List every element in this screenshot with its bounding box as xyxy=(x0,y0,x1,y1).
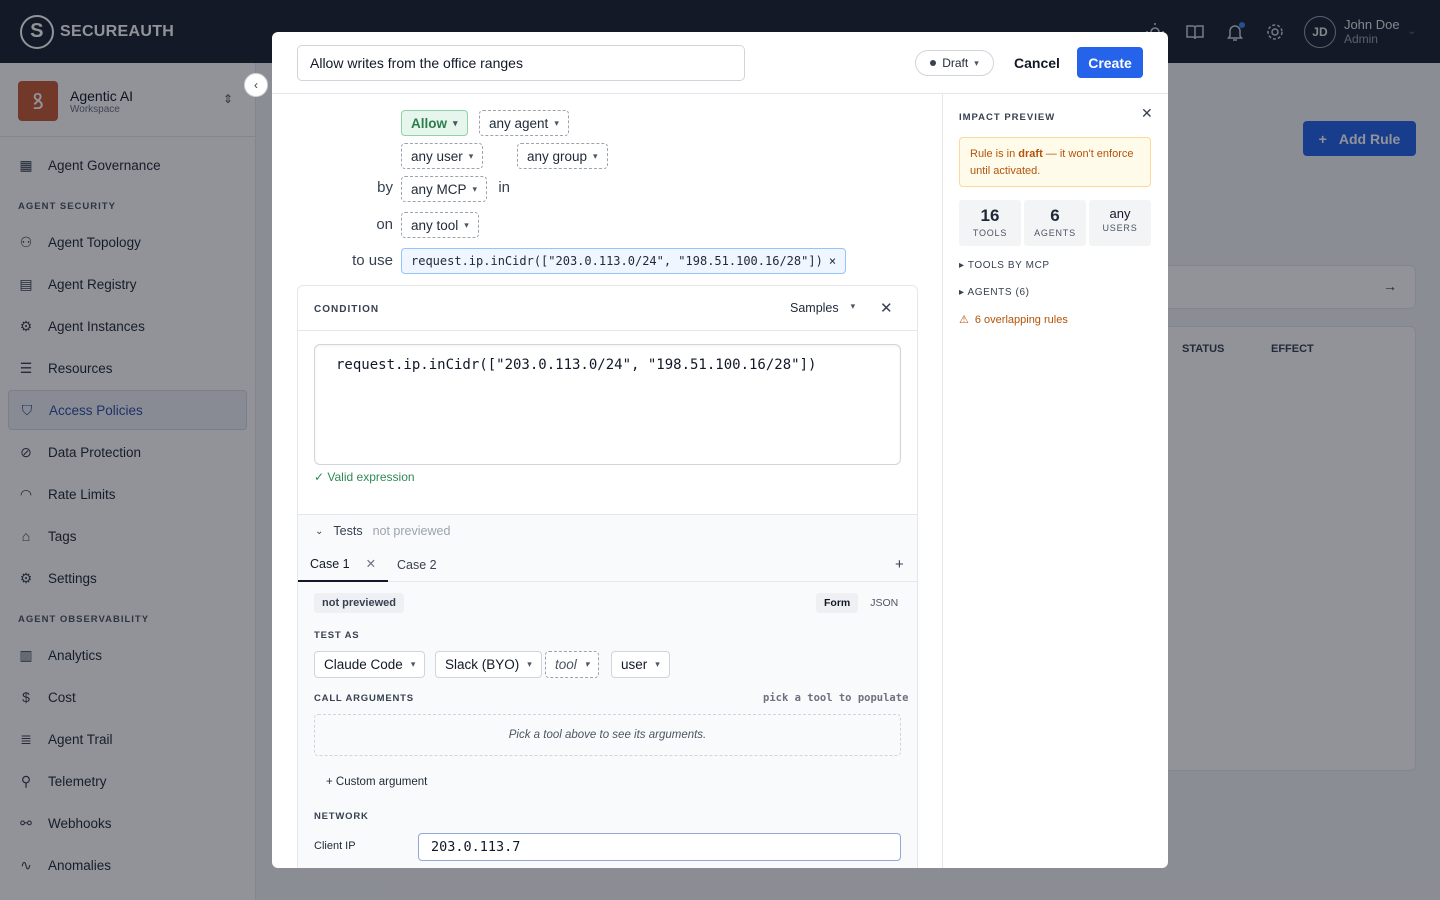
stat-agents: 6 AGENTS xyxy=(1024,200,1086,246)
chevron-down-icon: ⌄ xyxy=(315,525,324,537)
impact-preview-panel: IMPACT PREVIEW ✕ Rule is in draft — it w… xyxy=(942,94,1168,868)
add-custom-argument-button[interactable]: + Custom argument xyxy=(326,776,427,788)
test-user-select[interactable]: user ▾ xyxy=(611,651,670,678)
condition-panel: CONDITION Samples ▾ ✕ request.ip.inCidr([… xyxy=(297,285,918,868)
chevron-down-icon: ▾ xyxy=(468,150,474,161)
case-status-badge: not previewed xyxy=(314,593,404,613)
test-case-tabs: Case 1 ✕ Case 2 + xyxy=(298,547,917,582)
close-icon[interactable]: ✕ xyxy=(1141,105,1153,122)
chevron-down-icon: ▾ xyxy=(464,219,469,230)
status-dropdown[interactable]: Draft ▾ xyxy=(915,50,994,76)
condition-chip[interactable]: request.ip.inCidr(["203.0.113.0/24", "19… xyxy=(401,248,847,274)
chevron-down-icon: ▾ xyxy=(554,117,559,128)
test-tool-select[interactable]: tool ▾ xyxy=(545,651,600,678)
chevron-down-icon: ▾ xyxy=(453,117,458,128)
on-label: on xyxy=(376,216,393,233)
add-case-icon[interactable]: + xyxy=(895,556,904,573)
test-agent-select[interactable]: Claude Code ▾ xyxy=(314,651,426,678)
chevron-left-icon: ‹ xyxy=(254,78,258,92)
by-label: by xyxy=(377,179,393,196)
rule-editor: Allow ▾ any agent ▾ by any user ▾ in any gr… xyxy=(272,94,942,868)
chevron-down-icon: ▾ xyxy=(410,659,416,669)
chevron-down-icon: ▾ xyxy=(655,659,660,669)
tests-label: Tests xyxy=(333,524,363,538)
call-arguments-hint: pick a tool to populate xyxy=(763,692,909,704)
create-rule-modal: Draft ▾ Cancel Create Allow▾ any agent▾ … xyxy=(272,32,1168,868)
tab-case-1[interactable]: Case 1 ✕ xyxy=(298,547,389,582)
call-arguments-empty: Pick a tool above to see its arguments. xyxy=(314,714,901,756)
draft-notice: Rule is in draft — it won't enforce unti… xyxy=(959,137,1151,187)
effect-dropdown[interactable]: Allow ▾ xyxy=(401,110,468,136)
remove-condition-icon[interactable]: × xyxy=(829,254,836,268)
divider xyxy=(298,330,917,331)
close-tab-icon[interactable]: ✕ xyxy=(366,556,376,571)
to-use-label: to use xyxy=(352,252,393,269)
tests-status: not previewed xyxy=(372,524,451,538)
samples-dropdown[interactable]: Samples ▾ xyxy=(790,301,855,315)
chevron-down-icon: ▾ xyxy=(850,301,856,311)
tab-case-2[interactable]: Case 2 xyxy=(385,547,449,582)
condition-expression-editor[interactable]: request.ip.inCidr(["203.0.113.0/24", "19… xyxy=(314,344,901,465)
network-label: NETWORK xyxy=(314,811,369,822)
test-mcp-select[interactable]: Slack (BYO) ▾ xyxy=(435,651,542,678)
user-dropdown[interactable]: any user ▾ xyxy=(401,143,484,169)
stat-users: any USERS xyxy=(1089,200,1151,246)
stat-tools: 16 TOOLS xyxy=(959,200,1021,246)
create-button[interactable]: Create xyxy=(1077,47,1143,78)
chevron-down-icon: ▾ xyxy=(974,57,979,68)
call-arguments-label: CALL ARGUMENTS xyxy=(314,693,414,704)
mode-toggle: Form JSON xyxy=(816,593,906,613)
chevron-down-icon: ▾ xyxy=(593,150,598,161)
condition-title: CONDITION xyxy=(314,304,380,315)
chevron-down-icon: ▾ xyxy=(584,659,590,669)
tool-dropdown[interactable]: any tool ▾ xyxy=(401,212,479,238)
json-mode-button[interactable]: JSON xyxy=(862,593,906,613)
validation-status: ✓ Valid expression xyxy=(314,470,415,484)
chevron-down-icon: ▾ xyxy=(472,183,478,194)
impact-title: IMPACT PREVIEW xyxy=(959,112,1056,123)
rule-name-input[interactable] xyxy=(297,45,745,81)
status-dot xyxy=(930,60,937,66)
tests-section: ⌄ Tests not previewed Case 1 ✕ Case 2 + n… xyxy=(298,514,917,868)
agents-toggle[interactable]: ▸ AGENTS (6) xyxy=(959,287,1030,298)
collapse-sidebar-button[interactable]: ‹ xyxy=(244,73,268,97)
client-ip-label: Client IP xyxy=(314,840,356,852)
group-dropdown[interactable]: any group ▾ xyxy=(517,143,608,169)
close-condition-icon[interactable]: ✕ xyxy=(880,299,893,317)
overlapping-rules-link[interactable]: ⚠ 6 overlapping rules xyxy=(959,313,1068,327)
cancel-button[interactable]: Cancel xyxy=(1014,55,1060,71)
warning-icon: ⚠ xyxy=(959,314,969,326)
form-mode-button[interactable]: Form xyxy=(816,593,859,613)
chevron-down-icon: ▾ xyxy=(527,659,532,669)
agent-dropdown[interactable]: any agent ▾ xyxy=(479,110,569,136)
modal-header: Draft ▾ Cancel Create xyxy=(272,32,1168,94)
tests-toggle[interactable]: ⌄ Tests not previewed xyxy=(315,524,450,538)
tools-by-mcp-toggle[interactable]: ▸ TOOLS BY MCP xyxy=(959,260,1050,271)
client-ip-input[interactable]: 203.0.113.7 xyxy=(418,833,901,861)
mcp-dropdown[interactable]: any MCP ▾ xyxy=(401,176,488,202)
test-as-label: TEST AS xyxy=(314,630,360,641)
